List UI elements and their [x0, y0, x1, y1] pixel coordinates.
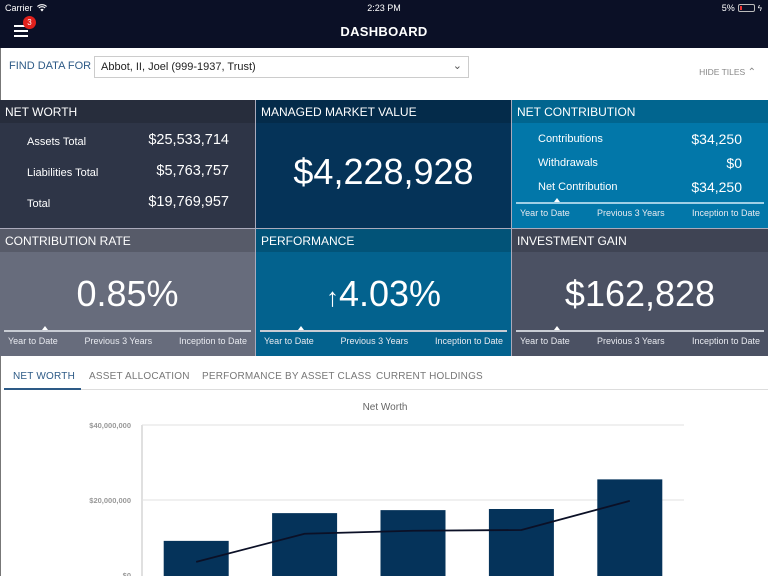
period-year-to-date[interactable]: Year to Date	[516, 336, 574, 352]
bar	[597, 479, 663, 576]
status-bar: Carrier 2:23 PM 5% ϟ	[0, 0, 768, 16]
row-label: Assets Total	[27, 136, 87, 148]
tile-managed-market-value[interactable]: MANAGED MARKET VALUE $4,228,928	[256, 100, 511, 228]
tile-title: PERFORMANCE	[256, 229, 511, 252]
period-selector: Year to Date Previous 3 Years Inception …	[4, 326, 251, 352]
chart-tabs: NET WORTH ASSET ALLOCATION PERFORMANCE B…	[0, 356, 768, 390]
find-data-label: FIND DATA FOR	[9, 60, 92, 72]
charging-icon: ϟ	[757, 3, 762, 13]
chevron-up-icon: ⌃	[747, 67, 756, 78]
tile-title: MANAGED MARKET VALUE	[256, 100, 511, 123]
y-tick-label: $20,000,000	[89, 496, 131, 505]
tile-title: NET WORTH	[0, 100, 255, 123]
arrow-up-icon: ↑	[325, 282, 339, 312]
row-value: $0	[726, 155, 742, 171]
net-worth-chart: Net Worth $0 $20,000,000 $40,000,000	[0, 390, 768, 576]
tile-title: CONTRIBUTION RATE	[0, 229, 255, 252]
row-value: $25,533,714	[148, 132, 229, 148]
period-inception-to-date[interactable]: Inception to Date	[688, 336, 764, 352]
battery-percent: 5%	[721, 3, 735, 13]
y-tick-label: $0	[123, 571, 131, 576]
find-data-bar: FIND DATA FOR Abbot, II, Joel (999-1937,…	[0, 48, 768, 100]
tab-current-holdings[interactable]: CURRENT HOLDINGS	[376, 371, 483, 382]
tile-net-worth[interactable]: NET WORTH Assets Total $25,533,714 Liabil…	[0, 100, 255, 228]
tile-title: INVESTMENT GAIN	[512, 229, 768, 252]
period-inception-to-date[interactable]: Inception to Date	[431, 336, 507, 352]
summary-tiles: NET WORTH Assets Total $25,533,714 Liabil…	[0, 100, 768, 356]
period-previous-3-years[interactable]: Previous 3 Years	[81, 336, 157, 352]
net-worth-row: Liabilities Total $5,763,757	[0, 157, 255, 188]
hide-tiles-button[interactable]: HIDE TILES ⌃	[699, 67, 756, 78]
net-worth-row: Total $19,769,957	[0, 188, 255, 219]
tab-net-worth[interactable]: NET WORTH	[13, 371, 75, 382]
y-tick-label: $40,000,000	[89, 421, 131, 430]
period-year-to-date[interactable]: Year to Date	[516, 208, 574, 224]
tile-investment-gain[interactable]: INVESTMENT GAIN $162,828 Year to Date Pr…	[512, 229, 768, 356]
account-select-value: Abbot, II, Joel (999-1937, Trust)	[101, 61, 256, 73]
period-year-to-date[interactable]: Year to Date	[4, 336, 62, 352]
row-label: Total	[27, 198, 51, 210]
row-value: $5,763,757	[156, 163, 229, 179]
investment-gain-value: $162,828	[564, 273, 716, 314]
selected-period-marker	[554, 198, 560, 202]
tile-title: NET CONTRIBUTION	[512, 100, 768, 123]
hide-tiles-label: HIDE TILES	[699, 67, 746, 77]
row-value: $34,250	[691, 179, 742, 195]
row-label: Contributions	[538, 133, 603, 145]
period-inception-to-date[interactable]: Inception to Date	[175, 336, 251, 352]
selected-period-marker	[554, 326, 560, 330]
chart-svg: $0 $20,000,000 $40,000,000	[89, 421, 684, 576]
bar	[380, 510, 446, 576]
clock: 2:23 PM	[367, 3, 401, 13]
battery-icon	[737, 4, 755, 12]
contribution-row: Contributions $34,250	[512, 126, 768, 150]
row-value: $34,250	[691, 131, 742, 147]
performance-value-wrap: ↑4.03%	[256, 273, 511, 315]
tile-contribution-rate[interactable]: CONTRIBUTION RATE 0.85% Year to Date Pre…	[0, 229, 255, 356]
period-year-to-date[interactable]: Year to Date	[260, 336, 318, 352]
period-inception-to-date[interactable]: Inception to Date	[688, 208, 764, 224]
contribution-row: Withdrawals $0	[512, 150, 768, 174]
chevron-down-icon: ⌄	[452, 60, 462, 72]
selected-period-marker	[42, 326, 48, 330]
battery-indicator: 5% ϟ	[722, 3, 762, 13]
page-title: DASHBOARD	[340, 24, 428, 39]
net-worth-row: Assets Total $25,533,714	[0, 126, 255, 157]
tab-performance-by-asset-class[interactable]: PERFORMANCE BY ASSET CLASS	[202, 371, 371, 382]
bar	[272, 513, 338, 576]
tab-asset-allocation[interactable]: ASSET ALLOCATION	[89, 371, 190, 382]
row-label: Liabilities Total	[27, 167, 99, 179]
period-previous-3-years[interactable]: Previous 3 Years	[337, 336, 413, 352]
managed-market-value: $4,228,928	[293, 151, 474, 192]
bar	[163, 540, 229, 576]
period-previous-3-years[interactable]: Previous 3 Years	[593, 336, 669, 352]
top-bar: Carrier 2:23 PM 5% ϟ 3 DASHBOARD	[0, 0, 768, 48]
bar	[488, 509, 554, 576]
contribution-row: Net Contribution $34,250	[512, 174, 768, 198]
performance-value: 4.03%	[338, 273, 442, 314]
period-previous-3-years[interactable]: Previous 3 Years	[593, 208, 669, 224]
row-value: $19,769,957	[148, 194, 229, 210]
tile-net-contribution[interactable]: NET CONTRIBUTION Contributions $34,250 Wi…	[512, 100, 768, 228]
account-select[interactable]: Abbot, II, Joel (999-1937, Trust) ⌄	[94, 56, 469, 78]
tile-performance[interactable]: PERFORMANCE ↑4.03% Year to Date Previous…	[256, 229, 511, 356]
contribution-rate-value: 0.85%	[76, 273, 179, 314]
row-label: Withdrawals	[538, 157, 598, 169]
row-label: Net Contribution	[538, 181, 618, 193]
selected-period-marker	[298, 326, 304, 330]
period-selector: Year to Date Previous 3 Years Inception …	[260, 326, 507, 352]
period-selector: Year to Date Previous 3 Years Inception …	[516, 326, 764, 352]
period-selector: Year to Date Previous 3 Years Inception …	[516, 198, 764, 224]
